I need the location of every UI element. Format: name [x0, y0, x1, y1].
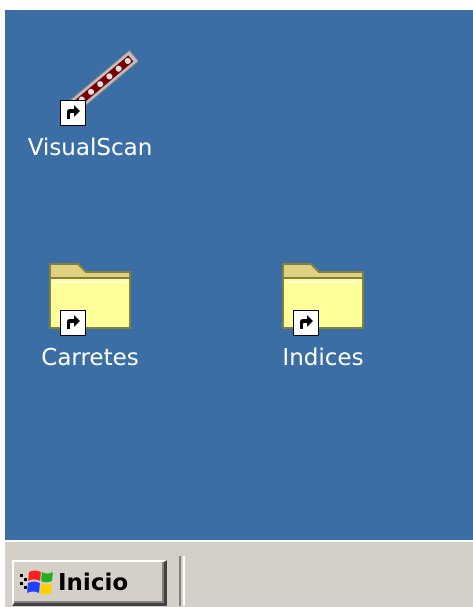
desktop-icon-carretes[interactable]: Carretes	[15, 250, 165, 372]
desktop-icon-visualscan[interactable]: VisualScan	[15, 40, 165, 162]
windows-logo-icon	[20, 570, 53, 594]
desktop-icon-label: VisualScan	[27, 135, 153, 161]
visualscan-icon	[42, 40, 138, 130]
start-button-label: Inicio	[58, 569, 129, 596]
folder-icon	[275, 250, 371, 340]
screen: VisualScan Carretes Indices Inicio	[0, 0, 473, 607]
shortcut-arrow-icon	[60, 100, 86, 126]
desktop-icon-label: Carretes	[41, 345, 139, 371]
folder-icon	[42, 250, 138, 340]
desktop-icon-indices[interactable]: Indices	[248, 250, 398, 372]
taskbar: Inicio	[5, 540, 473, 607]
desktop[interactable]: VisualScan Carretes Indices	[5, 10, 473, 540]
shortcut-arrow-icon	[60, 310, 86, 336]
taskbar-separator	[179, 556, 185, 606]
shortcut-arrow-icon	[293, 310, 319, 336]
desktop-icon-label: Indices	[282, 345, 364, 371]
start-button[interactable]: Inicio	[12, 560, 167, 606]
